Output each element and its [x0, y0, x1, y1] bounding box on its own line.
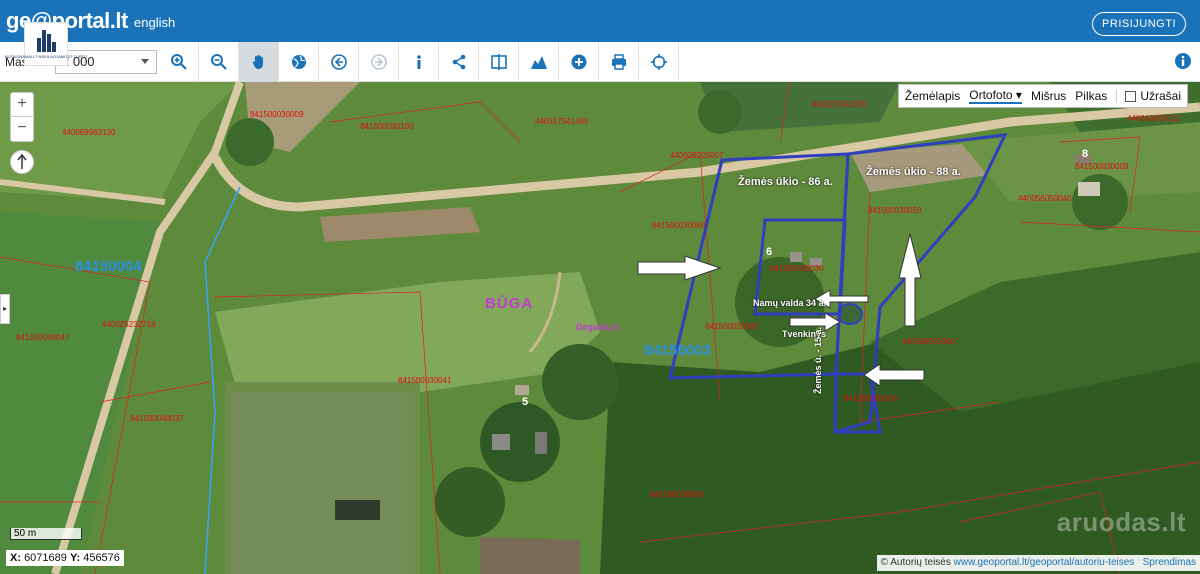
attribution: © Autorių teisės www.geoportal.lt/geopor…: [876, 555, 1200, 571]
parcel-label: 440040050012: [1127, 114, 1181, 123]
share-button[interactable]: [439, 42, 479, 82]
house-number: 8: [1082, 148, 1089, 160]
coordinates-readout: X: 6071689 Y: 456576: [6, 550, 124, 566]
building-icon: [36, 29, 56, 52]
globe-icon: [291, 55, 306, 69]
parcel-label: 841500030060: [705, 322, 759, 331]
side-panel-toggle[interactable]: ▸: [0, 294, 10, 324]
north-arrow-icon: [17, 153, 27, 169]
arrow-right-circle-icon: [370, 54, 387, 70]
checkbox-icon: [1125, 90, 1137, 102]
printer-icon: [611, 54, 626, 70]
hand-icon: [252, 55, 263, 69]
parcel-label: 440056050040: [1018, 194, 1072, 203]
map-zoom-out-button[interactable]: −: [11, 117, 33, 141]
crosshair-icon: [650, 54, 667, 70]
parcel-label: 440025232718: [102, 320, 156, 329]
north-arrow-button[interactable]: [10, 150, 34, 174]
parcel-label: 841500030080: [650, 490, 704, 499]
parcel-label: 841500030050: [868, 206, 922, 215]
scale-bar-label: 50 m: [10, 528, 82, 540]
layer-switcher: Žemėlapis Ortofoto ▾ Mišrus Pilkas Užraš…: [897, 84, 1188, 108]
homestead-annotation: Namų valda 34 a.: [753, 298, 827, 308]
globe-button[interactable]: [279, 42, 319, 82]
profile-button[interactable]: [519, 42, 559, 82]
plus-circle-icon: [571, 54, 586, 70]
parcel-label: 841500030009: [1075, 162, 1129, 171]
compare-button[interactable]: [479, 42, 519, 82]
pan-button[interactable]: [239, 42, 279, 82]
map-view[interactable]: 841500030009 440069962130 841500030100 4…: [0, 82, 1200, 574]
top-header: ge@portal.lt english PRISIJUNGTI: [0, 0, 1200, 42]
zoom-in-button[interactable]: [159, 42, 199, 82]
attribution-link[interactable]: www.geoportal.lt/geoportal/autoriu-teise…: [954, 557, 1135, 568]
plot-annotation: Žemės ūkio - 88 a.: [866, 166, 961, 178]
info-button[interactable]: [399, 42, 439, 82]
y-coordinate: 456576: [83, 552, 120, 564]
chevron-right-icon: ▸: [2, 304, 7, 313]
zoom-out-button[interactable]: [199, 42, 239, 82]
x-coordinate: 6071689: [24, 552, 67, 564]
parcel-label: 440069962130: [62, 128, 116, 137]
watermark: aruodas.lt: [1056, 507, 1186, 537]
back-button[interactable]: [319, 42, 359, 82]
print-button[interactable]: [599, 42, 639, 82]
layer-option-map[interactable]: Žemėlapis: [905, 89, 960, 103]
plot-annotation: Žemės ū. - 15 a.: [813, 326, 823, 394]
place-label: Degučių k.: [576, 322, 622, 332]
arrow-left-circle-icon: [330, 54, 347, 70]
add-button[interactable]: [559, 42, 599, 82]
company-logo: BUTAIDNAMAI.LT NEKILNOJAMOJO TURTO: [5, 22, 87, 66]
parcel-label: 841500030100: [360, 122, 414, 131]
attribution-text: Autorių teisės: [890, 557, 951, 568]
parcel-label: 440058953360: [902, 337, 956, 346]
parcel-label: 440317541455: [535, 117, 589, 126]
parcel-label: 440026225007: [670, 151, 724, 160]
parcel-label: 841500040047: [16, 333, 70, 342]
zoom-control: + −: [10, 92, 34, 142]
info-icon: [416, 55, 421, 69]
house-number: 5: [522, 396, 529, 408]
login-button[interactable]: PRISIJUNGTI: [1092, 12, 1186, 36]
parcel-label: 440317541378: [812, 100, 866, 109]
terrain-profile-icon: [530, 56, 547, 69]
parcel-label: 841500030100: [844, 394, 898, 403]
block-label: 84150004: [75, 258, 142, 275]
forward-button[interactable]: [359, 42, 399, 82]
parcel-label: 841500030030: [770, 264, 824, 273]
layer-option-grey[interactable]: Pilkas: [1075, 89, 1107, 103]
map-toolbar: Mas 2 000: [0, 42, 1200, 82]
share-icon: [452, 54, 465, 70]
help-icon[interactable]: [1174, 52, 1192, 70]
plot-annotation: Žemės ūkio - 86 a.: [738, 176, 833, 188]
split-view-icon: [490, 54, 507, 70]
layer-option-orthophoto[interactable]: Ortofoto ▾: [969, 88, 1022, 104]
block-label: 84150003: [644, 342, 711, 359]
chevron-down-icon: [141, 59, 149, 64]
map-zoom-in-button[interactable]: +: [11, 93, 33, 117]
labels-checkbox-label: Užrašai: [1140, 89, 1181, 103]
locate-button[interactable]: [639, 42, 679, 82]
layer-option-hybrid[interactable]: Mišrus: [1031, 89, 1066, 103]
scale-bar: 50 m: [10, 528, 82, 540]
parcel-label: 841500030041: [398, 376, 452, 385]
labels-checkbox[interactable]: Užrašai: [1116, 89, 1181, 103]
zoom-out-icon: [210, 54, 227, 70]
zoom-in-icon: [170, 54, 187, 70]
attribution-extra-link[interactable]: Sprendimas: [1143, 557, 1196, 568]
parcel-label: 841500040037: [130, 414, 184, 423]
parcel-label: 841500030009: [250, 110, 304, 119]
village-label: BŪGA: [485, 295, 534, 312]
house-number: 6: [766, 246, 773, 258]
parcel-label: 841500030080: [652, 221, 706, 230]
company-name: BUTAIDNAMAI.LT NEKILNOJAMOJO TURTO: [5, 53, 88, 59]
language-link[interactable]: english: [134, 15, 175, 30]
